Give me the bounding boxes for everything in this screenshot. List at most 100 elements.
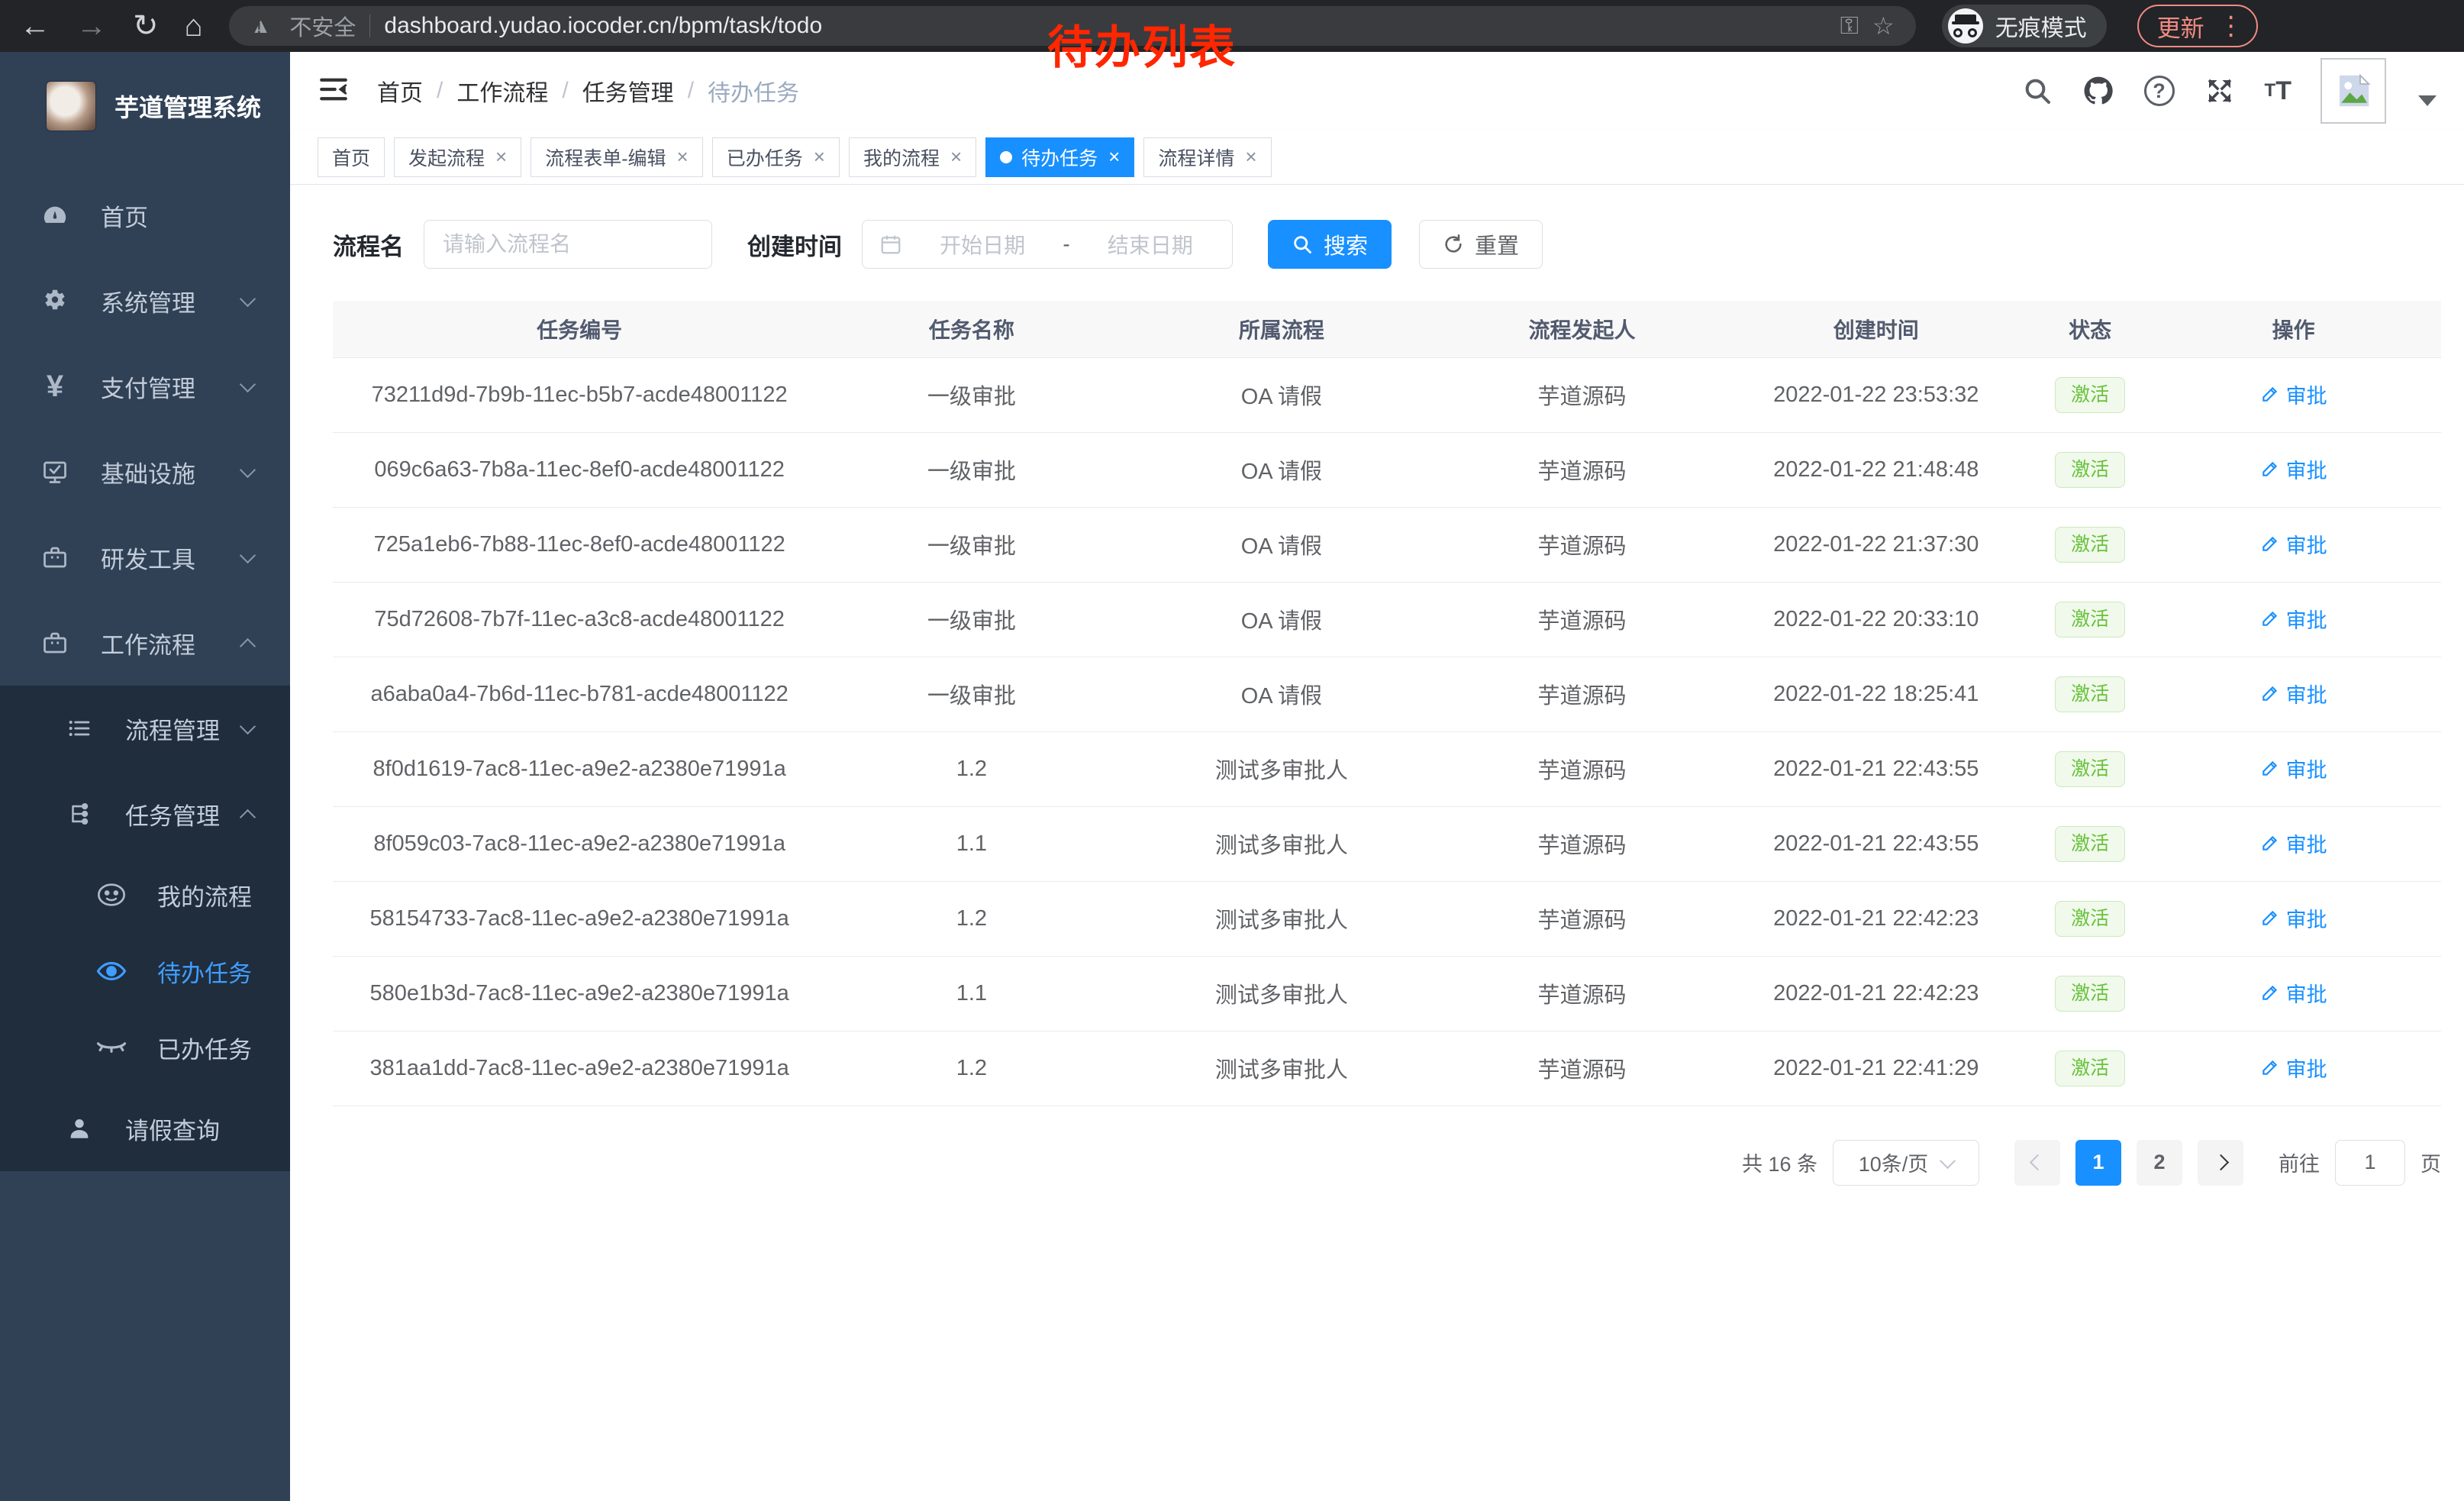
table-row: 725a1eb6-7b88-11ec-8ef0-acde48001122一级审批… — [333, 507, 2441, 582]
sidebar-item-infra[interactable]: 基础设施 — [0, 429, 290, 515]
sidebar-item-pay[interactable]: ¥ 支付管理 — [0, 344, 290, 429]
cell-process: OA 请假 — [1117, 582, 1446, 657]
cell-status: 激活 — [2034, 806, 2146, 881]
page-size-select[interactable]: 10条/页 — [1833, 1140, 1979, 1186]
fullscreen-icon[interactable] — [2204, 75, 2236, 107]
col-action: 操作 — [2146, 301, 2441, 357]
sidebar-item-done-tasks[interactable]: 已办任务 — [0, 1009, 290, 1086]
tab-close-icon[interactable]: × — [495, 145, 507, 169]
collapse-sidebar-icon[interactable] — [318, 76, 350, 107]
tab-close-icon[interactable]: × — [950, 145, 962, 169]
sidebar-logo-row[interactable]: 芋道管理系统 — [0, 52, 290, 151]
cell-starter: 芋道源码 — [1446, 881, 1717, 956]
next-page-button[interactable] — [2198, 1140, 2243, 1186]
sidebar-item-leave-query[interactable]: 请假查询 — [0, 1086, 290, 1171]
page-button-1[interactable]: 1 — [2075, 1140, 2121, 1186]
cell-starter: 芋道源码 — [1446, 1031, 1717, 1106]
cell-created: 2022-01-21 22:43:55 — [1718, 806, 2034, 881]
approve-link[interactable]: 审批 — [2260, 828, 2327, 858]
search-button[interactable]: 搜索 — [1268, 220, 1392, 269]
cell-task-id: a6aba0a4-7b6d-11ec-b781-acde48001122 — [333, 657, 826, 731]
cell-starter: 芋道源码 — [1446, 657, 1717, 731]
avatar[interactable] — [2320, 58, 2386, 124]
github-icon[interactable] — [2082, 74, 2115, 108]
font-size-icon[interactable]: TT — [2265, 76, 2291, 106]
tab-close-icon[interactable]: × — [814, 145, 825, 169]
edit-pencil-icon — [2260, 534, 2280, 554]
sidebar-item-devtools[interactable]: 研发工具 — [0, 515, 290, 600]
approve-label: 审批 — [2286, 978, 2327, 1008]
approve-link[interactable]: 审批 — [2260, 379, 2327, 409]
topbar: 首页 / 工作流程 / 任务管理 / 待办任务 ? TT — [290, 52, 2464, 130]
approve-link[interactable]: 审批 — [2260, 679, 2327, 709]
approve-label: 审批 — [2286, 1053, 2327, 1083]
update-button[interactable]: 更新 ⋮ — [2137, 5, 2258, 47]
page-unit-label: 页 — [2420, 1148, 2441, 1177]
calendar-icon — [879, 233, 902, 256]
tab-todo-tasks[interactable]: 待办任务 × — [985, 137, 1134, 177]
approve-link[interactable]: 审批 — [2260, 978, 2327, 1008]
process-name-input[interactable] — [424, 220, 712, 269]
approve-link[interactable]: 审批 — [2260, 454, 2327, 484]
cell-task-id: 73211d9d-7b9b-11ec-b5b7-acde48001122 — [333, 357, 826, 432]
tab-label: 我的流程 — [863, 144, 940, 171]
yen-icon: ¥ — [35, 371, 75, 402]
approve-link[interactable]: 审批 — [2260, 903, 2327, 933]
cell-created: 2022-01-22 20:33:10 — [1718, 582, 2034, 657]
breadcrumb-item[interactable]: 工作流程 — [456, 74, 548, 108]
approve-link[interactable]: 审批 — [2260, 604, 2327, 634]
eye-icon — [92, 960, 131, 983]
tab-close-icon[interactable]: × — [1108, 145, 1120, 169]
cell-status: 激活 — [2034, 582, 2146, 657]
date-range-picker[interactable]: 开始日期 - 结束日期 — [862, 220, 1233, 269]
browser-menu-icon[interactable]: ⋮ — [2218, 11, 2244, 41]
tab-done-tasks[interactable]: 已办任务 × — [712, 137, 840, 177]
key-icon[interactable]: ⚿ — [1840, 11, 1859, 40]
approve-label: 审批 — [2286, 903, 2327, 933]
tab-start-process[interactable]: 发起流程 × — [394, 137, 521, 177]
approve-label: 审批 — [2286, 754, 2327, 783]
tab-close-icon[interactable]: × — [1245, 145, 1256, 169]
status-badge: 激活 — [2055, 826, 2125, 862]
sidebar-item-my-process[interactable]: 我的流程 — [0, 857, 290, 933]
tab-form-edit[interactable]: 流程表单-编辑 × — [531, 137, 703, 177]
caret-down-icon[interactable] — [2418, 95, 2437, 106]
sidebar-item-process-mgmt[interactable]: 流程管理 — [0, 686, 290, 771]
star-icon[interactable]: ☆ — [1872, 11, 1895, 40]
incognito-icon — [1948, 8, 1983, 44]
tab-home[interactable]: 首页 — [318, 137, 385, 177]
tab-process-detail[interactable]: 流程详情 × — [1143, 137, 1271, 177]
sidebar-item-label: 任务管理 — [125, 797, 220, 831]
back-icon[interactable]: ← — [20, 11, 50, 41]
approve-link[interactable]: 审批 — [2260, 754, 2327, 783]
breadcrumb-item[interactable]: 首页 — [377, 74, 423, 108]
sidebar-item-task-mgmt[interactable]: 任务管理 — [0, 771, 290, 857]
sidebar-item-system[interactable]: 系统管理 — [0, 258, 290, 344]
search-icon — [1292, 234, 1313, 255]
cell-starter: 芋道源码 — [1446, 357, 1717, 432]
table-row: 8f059c03-7ac8-11ec-a9e2-a2380e71991a1.1测… — [333, 806, 2441, 881]
tab-label: 已办任务 — [727, 144, 803, 171]
edit-pencil-icon — [2260, 384, 2280, 404]
breadcrumb-item[interactable]: 任务管理 — [582, 74, 674, 108]
reset-button[interactable]: 重置 — [1419, 220, 1543, 269]
breadcrumb-separator: / — [688, 78, 694, 104]
help-icon[interactable]: ? — [2144, 76, 2175, 106]
tab-close-icon[interactable]: × — [677, 145, 689, 169]
approve-link[interactable]: 审批 — [2260, 1053, 2327, 1083]
tab-my-process[interactable]: 我的流程 × — [849, 137, 976, 177]
page-button-2[interactable]: 2 — [2137, 1140, 2182, 1186]
reload-icon[interactable]: ↻ — [133, 11, 159, 41]
sidebar-item-home[interactable]: 首页 — [0, 173, 290, 258]
approve-link[interactable]: 审批 — [2260, 529, 2327, 559]
cell-status: 激活 — [2034, 731, 2146, 806]
edit-pencil-icon — [2260, 908, 2280, 928]
goto-page-input[interactable] — [2335, 1140, 2405, 1186]
forward-icon[interactable]: → — [76, 11, 107, 41]
prev-page-button[interactable] — [2014, 1140, 2060, 1186]
search-icon[interactable] — [2022, 76, 2053, 106]
home-icon[interactable]: ⌂ — [185, 11, 203, 41]
sidebar-item-workflow[interactable]: 工作流程 — [0, 600, 290, 686]
sidebar-item-todo-tasks[interactable]: 待办任务 — [0, 933, 290, 1009]
cell-process: OA 请假 — [1117, 357, 1446, 432]
